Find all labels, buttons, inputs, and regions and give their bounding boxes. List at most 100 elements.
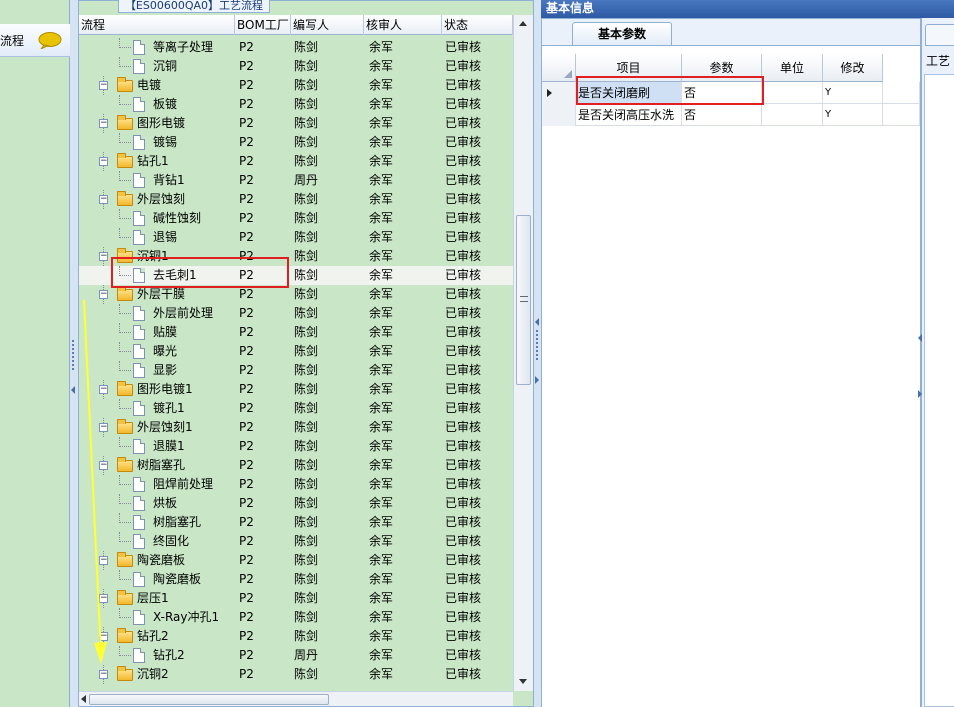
tree-row[interactable]: 退锡 P2 陈剑 余军 已审核 — [79, 228, 513, 247]
tree-row[interactable]: − 钻孔1 P2 陈剑 余军 已审核 — [79, 152, 513, 171]
tree-row[interactable]: − 图形电镀 P2 陈剑 余军 已审核 — [79, 114, 513, 133]
tree-horizontal-scrollbar[interactable] — [79, 691, 513, 706]
collapse-toggle-icon[interactable]: − — [99, 157, 108, 166]
tree-connector — [119, 532, 120, 542]
params-grid: 项目 参数 单位 修改 是否关闭磨刷否 Y 是否关闭高压水洗否 Y — [542, 45, 920, 707]
tree-row[interactable]: − 陶瓷磨板 P2 陈剑 余军 已审核 — [79, 551, 513, 570]
collapse-toggle-icon[interactable]: − — [99, 119, 108, 128]
collapse-toggle-icon[interactable]: − — [99, 290, 108, 299]
process-flow-tab[interactable]: 【ES00600QA0】工艺流程 — [118, 0, 270, 13]
grid-header-unit[interactable]: 单位 — [762, 54, 823, 82]
tree-row[interactable]: 阻焊前处理 P2 陈剑 余军 已审核 — [79, 475, 513, 494]
tree-row-reviewer: 余军 — [369, 610, 394, 624]
tree-row-name: 电镀 — [137, 78, 162, 92]
tree-row[interactable]: 碱性蚀刻 P2 陈剑 余军 已审核 — [79, 209, 513, 228]
param-unit-cell[interactable] — [762, 82, 823, 104]
column-header-process[interactable]: 流程 — [79, 15, 235, 35]
tree-row[interactable]: − 外层蚀刻1 P2 陈剑 余军 已审核 — [79, 418, 513, 437]
column-header-writer[interactable]: 编写人 — [291, 15, 364, 35]
collapse-left-icon[interactable] — [71, 386, 75, 394]
speech-bubble-icon[interactable] — [38, 32, 62, 49]
column-header-reviewer[interactable]: 核审人 — [364, 15, 442, 35]
tree-row[interactable]: 贴膜 P2 陈剑 余军 已审核 — [79, 323, 513, 342]
column-header-status[interactable]: 状态 — [442, 15, 513, 35]
tree-row-reviewer: 余军 — [369, 154, 394, 168]
document-icon — [133, 534, 145, 549]
param-item-cell[interactable]: 是否关闭高压水洗 — [576, 104, 682, 126]
tree-connector — [119, 361, 120, 371]
tree-row[interactable]: 钻孔2 P2 周丹 余军 已审核 — [79, 646, 513, 665]
tree-row[interactable]: 烘板 P2 陈剑 余军 已审核 — [79, 494, 513, 513]
tree-row-writer: 陈剑 — [294, 496, 319, 510]
tree-row[interactable]: − 沉铜2 P2 陈剑 余军 已审核 — [79, 665, 513, 684]
tree-scroll-thumb[interactable] — [516, 215, 531, 385]
collapse-toggle-icon[interactable]: − — [99, 252, 108, 261]
left-panel-header[interactable]: 流程 — [0, 24, 70, 57]
tree-row[interactable]: 树脂塞孔 P2 陈剑 余军 已审核 — [79, 513, 513, 532]
collapse-left-icon[interactable] — [535, 318, 539, 326]
tree-row[interactable]: 板镀 P2 陈剑 余军 已审核 — [79, 95, 513, 114]
tree-row-reviewer: 余军 — [369, 249, 394, 263]
tree-row-reviewer: 余军 — [369, 268, 394, 282]
tree-row[interactable]: 曝光 P2 陈剑 余军 已审核 — [79, 342, 513, 361]
tab-basic-params[interactable]: 基本参数 — [572, 22, 672, 45]
document-icon — [133, 401, 145, 416]
collapse-toggle-icon[interactable]: − — [99, 195, 108, 204]
tree-row[interactable]: − 钻孔2 P2 陈剑 余军 已审核 — [79, 627, 513, 646]
tree-row-name: 碱性蚀刻 — [153, 211, 202, 225]
tree-row[interactable]: 显影 P2 陈剑 余军 已审核 — [79, 361, 513, 380]
tree-row-bom: P2 — [239, 553, 254, 567]
tree-row[interactable]: X-Ray冲孔1 P2 陈剑 余军 已审核 — [79, 608, 513, 627]
expand-right-icon[interactable] — [918, 390, 922, 398]
column-header-bom[interactable]: BOM工厂 — [235, 15, 291, 35]
collapse-toggle-icon[interactable]: − — [99, 670, 108, 679]
tree-row[interactable]: 陶瓷磨板 P2 陈剑 余军 已审核 — [79, 570, 513, 589]
param-modify-cell[interactable]: Y — [823, 82, 883, 104]
row-selector[interactable] — [542, 82, 576, 104]
tree-row-reviewer: 余军 — [369, 382, 394, 396]
tree-connector — [119, 646, 120, 656]
tree-row[interactable]: 背钻1 P2 周丹 余军 已审核 — [79, 171, 513, 190]
param-modify-cell[interactable]: Y — [823, 104, 883, 126]
tree-row-status: 已审核 — [445, 496, 482, 510]
scroll-left-icon[interactable] — [81, 695, 86, 703]
far-right-tab[interactable] — [925, 24, 954, 46]
left-splitter[interactable] — [70, 0, 78, 707]
param-value-cell[interactable]: 否 — [682, 104, 762, 126]
grid-header-modify[interactable]: 修改 — [823, 54, 883, 82]
collapse-left-icon[interactable] — [918, 334, 922, 342]
document-icon — [133, 572, 145, 587]
tree-vertical-scrollbar[interactable] — [513, 15, 533, 691]
tree-row-name: 钻孔2 — [137, 629, 169, 643]
param-extra-cell[interactable] — [883, 104, 920, 126]
params-row[interactable]: 是否关闭高压水洗否 Y — [542, 104, 920, 126]
scroll-down-icon[interactable] — [519, 679, 527, 684]
tree-row-name: 背钻1 — [153, 173, 185, 187]
tree-row[interactable]: 终固化 P2 陈剑 余军 已审核 — [79, 532, 513, 551]
tree-row-bom: P2 — [239, 363, 254, 377]
tree-row-writer: 陈剑 — [294, 420, 319, 434]
tree-row[interactable]: 退膜1 P2 陈剑 余军 已审核 — [79, 437, 513, 456]
tree-row[interactable]: 沉铜 P2 陈剑 余军 已审核 — [79, 57, 513, 76]
tree-row[interactable]: − 图形电镀1 P2 陈剑 余军 已审核 — [79, 380, 513, 399]
param-extra-cell[interactable] — [883, 82, 920, 104]
folder-icon — [117, 590, 133, 605]
param-unit-cell[interactable] — [762, 104, 823, 126]
tree-hscroll-thumb[interactable] — [89, 694, 329, 705]
tree-row[interactable]: 外层前处理 P2 陈剑 余军 已审核 — [79, 304, 513, 323]
middle-splitter[interactable] — [534, 0, 541, 707]
tree-row-status: 已审核 — [445, 325, 482, 339]
tree-row-bom: P2 — [239, 325, 254, 339]
tree-row[interactable]: − 电镀 P2 陈剑 余军 已审核 — [79, 76, 513, 95]
scroll-up-icon[interactable] — [519, 21, 527, 26]
tree-row[interactable]: 镀孔1 P2 陈剑 余军 已审核 — [79, 399, 513, 418]
tree-row-bom: P2 — [239, 211, 254, 225]
tree-row[interactable]: − 外层蚀刻 P2 陈剑 余军 已审核 — [79, 190, 513, 209]
tree-row[interactable]: 镀锡 P2 陈剑 余军 已审核 — [79, 133, 513, 152]
collapse-toggle-icon[interactable]: − — [99, 81, 108, 90]
tree-row[interactable]: − 层压1 P2 陈剑 余军 已审核 — [79, 589, 513, 608]
tree-row[interactable]: 等离子处理 P2 陈剑 余军 已审核 — [79, 38, 513, 57]
row-selector[interactable] — [542, 104, 576, 126]
tree-row[interactable]: − 树脂塞孔 P2 陈剑 余军 已审核 — [79, 456, 513, 475]
expand-right-icon[interactable] — [535, 376, 539, 384]
